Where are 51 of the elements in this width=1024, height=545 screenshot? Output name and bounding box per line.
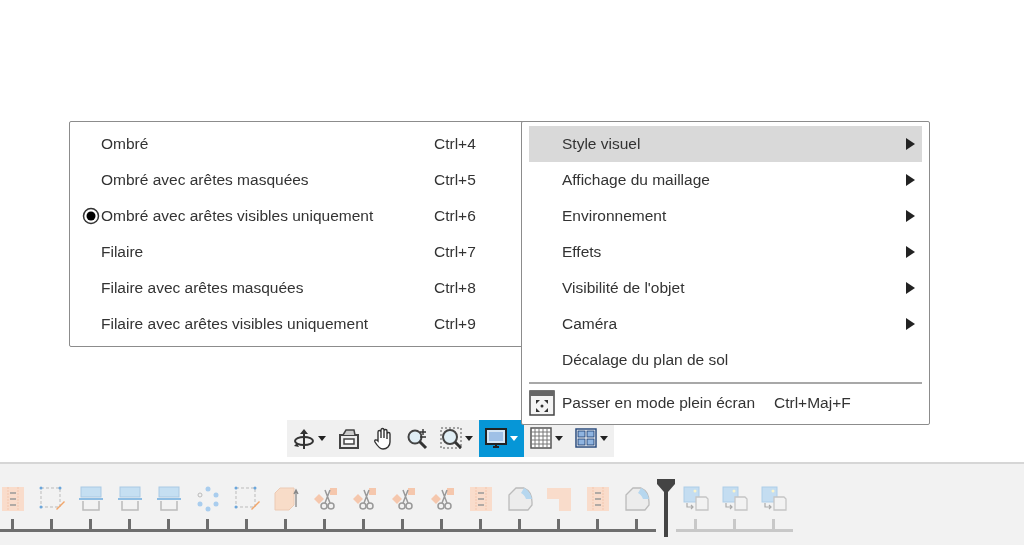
viewports-icon xyxy=(575,427,597,450)
caret-icon xyxy=(318,436,326,441)
panel-icon[interactable] xyxy=(0,485,27,513)
caret-icon xyxy=(510,436,518,441)
caret-icon xyxy=(465,436,473,441)
plane-icon[interactable] xyxy=(115,485,144,513)
submenu-arrow-icon xyxy=(904,281,916,295)
flange-icon[interactable] xyxy=(544,485,573,513)
fullscreen-icon xyxy=(529,390,555,416)
submenu-arrow-icon xyxy=(904,137,916,151)
caret-icon xyxy=(555,436,563,441)
shortcut-text: Ctrl+Maj+F xyxy=(774,394,851,412)
shortcut-text: Ctrl+4 xyxy=(434,135,476,153)
submenu-arrow-icon xyxy=(904,209,916,223)
menu-item[interactable]: Ombré avec arêtes visibles uniquement Ctrl+6 xyxy=(70,198,528,234)
menu-item[interactable]: Décalage du plan de sol xyxy=(529,342,922,378)
menu-item[interactable]: Style visuel xyxy=(529,126,922,162)
shortcut-text: Ctrl+8 xyxy=(434,279,476,297)
hand-icon xyxy=(372,427,394,450)
image-insert-icon[interactable] xyxy=(681,485,710,513)
look-at-icon xyxy=(338,427,360,450)
shortcut-text: Ctrl+7 xyxy=(434,243,476,261)
submenu-arrow-icon xyxy=(904,317,916,331)
zoom-icon xyxy=(406,427,428,450)
image-insert-icon[interactable] xyxy=(720,485,749,513)
zoom-fit-icon xyxy=(440,427,462,450)
submenu-arrow-icon xyxy=(904,173,916,187)
shortcut-text: Ctrl+9 xyxy=(434,315,476,333)
orbit-icon xyxy=(293,427,315,450)
sketch-icon[interactable] xyxy=(232,485,261,513)
menu-item[interactable]: Passer en mode plein écran Ctrl+Maj+F xyxy=(529,386,922,420)
plane-icon[interactable] xyxy=(76,485,105,513)
menu-item[interactable]: Environnement xyxy=(529,198,922,234)
timeline-marker[interactable] xyxy=(656,479,676,537)
shortcut-text: Ctrl+6 xyxy=(434,207,476,225)
sketch-icon[interactable] xyxy=(37,485,66,513)
caret-icon xyxy=(600,436,608,441)
menu-item[interactable]: Visibilité de l'objet xyxy=(529,270,922,306)
fillet-icon[interactable] xyxy=(505,485,534,513)
grid-icon xyxy=(530,427,552,450)
image-insert-icon[interactable] xyxy=(759,485,788,513)
menu-item[interactable]: Affichage du maillage xyxy=(529,162,922,198)
monitor-button[interactable] xyxy=(479,420,524,457)
fillet-icon[interactable] xyxy=(622,485,651,513)
box-icon[interactable] xyxy=(271,485,300,513)
shortcut-text: Ctrl+5 xyxy=(434,171,476,189)
monitor-icon xyxy=(485,427,507,450)
menu-item[interactable]: Caméra xyxy=(529,306,922,342)
menu-item[interactable]: Effets xyxy=(529,234,922,270)
plane-icon[interactable] xyxy=(154,485,183,513)
submenu-arrow-icon xyxy=(904,245,916,259)
